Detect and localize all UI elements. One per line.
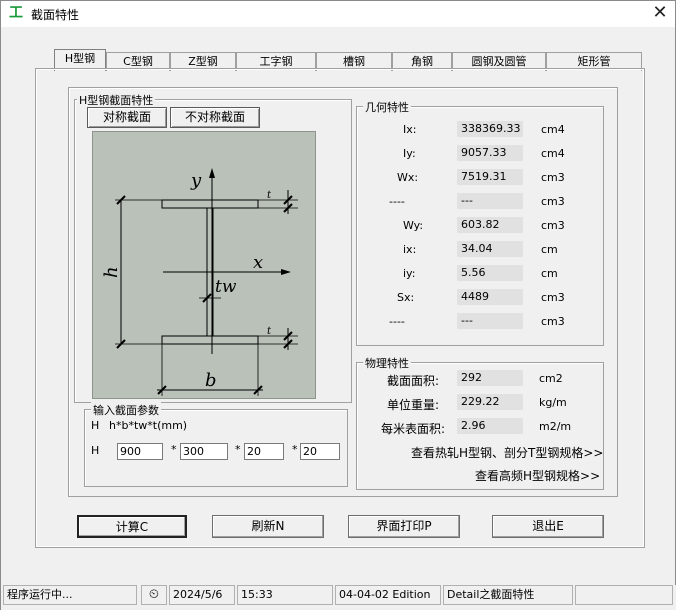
exit-button[interactable]: 退出E (492, 515, 604, 538)
geometry-unit: cm (541, 243, 558, 256)
physical-unit: cm2 (539, 372, 563, 385)
physical-value: 292 (457, 370, 523, 386)
physical-unit: kg/m (539, 396, 567, 409)
status-text: 程序运行中... (3, 585, 137, 605)
geometry-unit: cm4 (541, 123, 565, 136)
formula-prefix: H (91, 419, 100, 432)
title-bar: 工 截面特性 ✕ (1, 1, 675, 27)
print-screen-button[interactable]: 界面打印P (348, 515, 460, 538)
asymmetric-section-button[interactable]: 不对称截面 (170, 107, 260, 128)
physical-group-title: 物理特性 (363, 355, 411, 371)
geometry-value: 5.56 (457, 265, 523, 281)
physical-label: 单位重量: (387, 398, 440, 412)
geometry-value: --- (457, 193, 523, 209)
geometry-label: ---- (389, 195, 405, 208)
physical-label: 每米表面积: (381, 422, 446, 436)
h-section-diagram: t t y x tw h b (92, 131, 316, 399)
tw-label: tw (215, 277, 237, 297)
geometry-value: 9057.33 (457, 145, 523, 161)
tab-h-steel[interactable]: H型钢 (54, 49, 106, 71)
geometry-value: 4489 (457, 289, 523, 305)
tw-input[interactable]: 20 (244, 443, 284, 460)
geometry-label: Ix: (403, 123, 417, 136)
geometry-label: Iy: (403, 147, 416, 160)
b-label: b (205, 370, 217, 391)
t-input[interactable]: 20 (300, 443, 340, 460)
geometry-label: Sx: (397, 291, 415, 304)
section-properties-window: 工 截面特性 ✕ H型钢 C型钢 Z型钢 工字钢 槽钢 角钢 圆钢及圆管 矩形管… (0, 0, 676, 610)
status-empty (575, 585, 673, 605)
hot-rolled-h-spec-link[interactable]: 查看热轧H型钢、剖分T型钢规格>> (411, 444, 603, 461)
geometry-unit: cm4 (541, 147, 565, 160)
calculate-button[interactable]: 计算C (77, 515, 187, 538)
h-section-group-title: H型钢截面特性 (77, 92, 156, 108)
symmetric-section-button[interactable]: 对称截面 (87, 107, 167, 128)
geometry-value: 338369.33 (457, 121, 523, 137)
geometry-label: Wx: (397, 171, 419, 184)
status-bar: 程序运行中... ⏲ 2024/5/6 15:33 04-04-02 Editi… (1, 585, 676, 610)
status-detail: Detail之截面特性 (443, 585, 573, 605)
svg-text:t: t (267, 190, 272, 201)
geometry-label: Wy: (403, 219, 424, 232)
geometry-label: ix: (403, 243, 417, 256)
h-input[interactable]: 900 (117, 443, 163, 460)
geometry-label: iy: (403, 267, 416, 280)
physical-label: 截面面积: (387, 374, 440, 388)
geometry-unit: cm3 (541, 219, 565, 232)
geometry-unit: cm3 (541, 171, 565, 184)
b-input[interactable]: 300 (180, 443, 228, 460)
close-icon[interactable]: ✕ (647, 2, 673, 24)
geometry-group-title: 几何特性 (363, 99, 411, 115)
geometry-unit: cm3 (541, 315, 565, 328)
high-freq-h-spec-link[interactable]: 查看高频H型钢规格>> (475, 467, 600, 484)
geometry-value: 34.04 (457, 241, 523, 257)
app-icon: 工 (9, 5, 23, 21)
input-row-prefix: H (91, 444, 100, 457)
physical-value: 2.96 (457, 418, 523, 434)
geometry-value: --- (457, 313, 523, 329)
clock-icon: ⏲ (141, 585, 167, 605)
x-axis-label: x (253, 252, 263, 273)
physical-unit: m2/m (539, 420, 572, 433)
physical-value: 229.22 (457, 394, 523, 410)
svg-text:t: t (267, 326, 272, 337)
refresh-button[interactable]: 刷新N (212, 515, 324, 538)
separator-2: * (235, 443, 241, 456)
formula-text: h*b*tw*t(mm) (109, 419, 188, 432)
h-label: h (101, 266, 122, 278)
geometry-unit: cm (541, 267, 558, 280)
y-axis-label: y (190, 170, 202, 191)
separator-1: * (171, 443, 177, 456)
window-title: 截面特性 (31, 8, 80, 22)
geometry-label: ---- (389, 315, 405, 328)
geometry-unit: cm3 (541, 291, 565, 304)
status-edition: 04-04-02 Edition (335, 585, 441, 605)
input-params-title: 输入截面参数 (91, 402, 161, 418)
status-date: 2024/5/6 (169, 585, 235, 605)
geometry-unit: cm3 (541, 195, 565, 208)
separator-3: * (292, 443, 298, 456)
geometry-value: 603.82 (457, 217, 523, 233)
status-time: 15:33 (237, 585, 333, 605)
h-section-drawing: t t y x tw h b (101, 168, 298, 396)
geometry-value: 7519.31 (457, 169, 523, 185)
